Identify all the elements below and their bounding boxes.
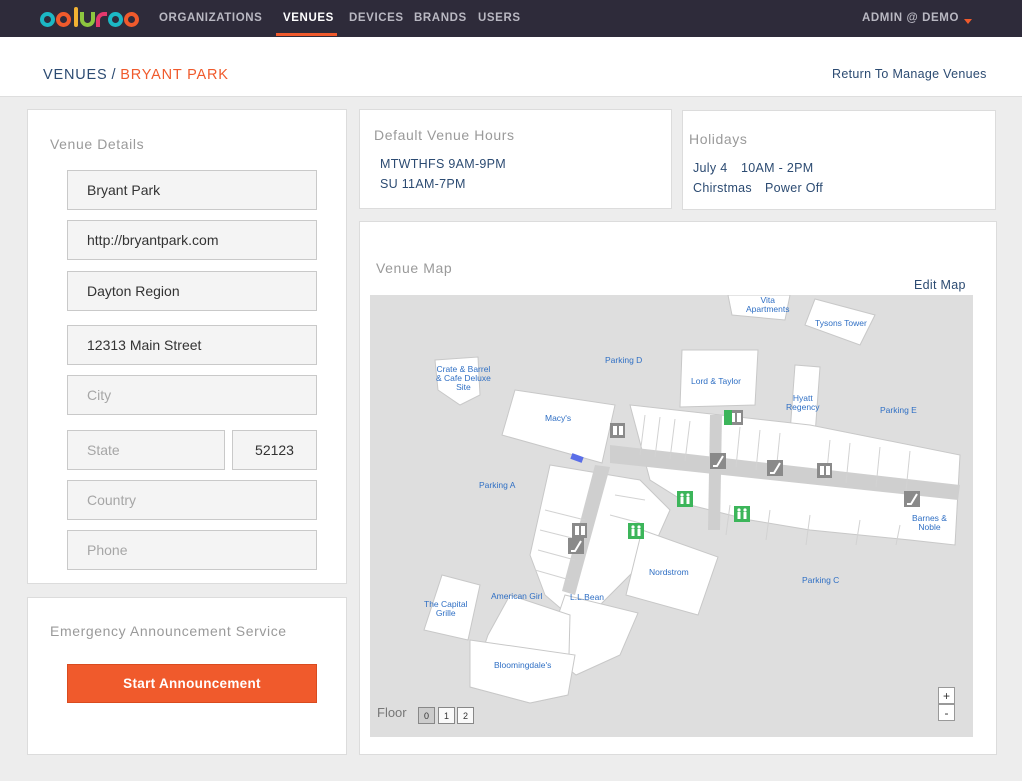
default-hours-panel: Default Venue Hours MTWTHFS 9AM-9PM SU 1…: [359, 109, 672, 209]
map-label-nordstrom: Nordstrom: [649, 567, 689, 577]
holiday-hours: 10AM - 2PM: [741, 161, 814, 175]
map-label-american-girl: American Girl: [491, 591, 543, 601]
page-header: VENUES / BRYANT PARK Return To Manage Venu…: [0, 37, 1022, 97]
map-label-crate-barrel: Crate & Barrel & Cafe Deluxe Site: [436, 365, 491, 392]
user-menu[interactable]: ADMIN @ DEMO: [862, 12, 959, 24]
breadcrumb-venues-link[interactable]: VENUES: [43, 67, 107, 83]
map-label-parking-d: Parking D: [605, 355, 643, 365]
country-field[interactable]: Country: [67, 480, 317, 520]
floor-2-button[interactable]: 2: [457, 707, 474, 724]
start-announcement-button[interactable]: Start Announcement: [67, 664, 317, 703]
venue-name-field[interactable]: Bryant Park: [67, 170, 317, 210]
map-label-capital-grille: The Capital Grille: [424, 600, 467, 618]
map-label-parking-e: Parking E: [880, 405, 917, 415]
holidays-panel: Holidays July 4 10AM - 2PM Chirstmas Pow…: [682, 110, 996, 210]
map-label-text: Crate & Barrel & Cafe Deluxe Site: [436, 364, 491, 392]
map-label-parking-c: Parking C: [802, 575, 840, 585]
logo-letter-o: [56, 11, 71, 27]
zip-field[interactable]: 52123: [232, 430, 317, 470]
panel-title: Venue Details: [50, 136, 145, 152]
hours-weekday: MTWTHFS 9AM-9PM: [380, 157, 507, 171]
map-label-vita-apartments: Vita Apartments: [746, 296, 789, 314]
city-field[interactable]: City: [67, 375, 317, 415]
map-label-text: Hyatt Regency: [786, 393, 820, 412]
map-label-barnes-noble: Barnes & Noble: [912, 514, 947, 532]
logo-letter-u: [80, 11, 95, 27]
holiday-day: Chirstmas: [693, 181, 752, 195]
panel-title: Default Venue Hours: [374, 127, 515, 143]
map-label-hyatt-regency: Hyatt Regency: [786, 394, 820, 412]
holiday-day: July 4: [693, 161, 728, 175]
panel-title: Holidays: [689, 131, 748, 147]
logo-letter-r: [96, 11, 107, 27]
emergency-announcement-panel: Emergency Announcement Service Start Ann…: [27, 597, 347, 755]
panel-title: Emergency Announcement Service: [50, 623, 287, 639]
venue-url-field[interactable]: http://bryantpark.com: [67, 220, 317, 260]
floor-plan: [423, 295, 961, 704]
breadcrumb: VENUES / BRYANT PARK: [43, 67, 229, 83]
breadcrumb-separator: /: [111, 67, 117, 83]
top-navigation-bar: ORGANIZATIONS VENUES DEVICES BRANDS USER…: [0, 0, 1022, 37]
map-label-ll-bean: L.L.Bean: [570, 592, 605, 602]
panel-title: Venue Map: [376, 260, 453, 276]
holiday-hours: Power Off: [765, 181, 824, 195]
floor-0-button[interactable]: 0: [418, 707, 435, 724]
map-label-text: The Capital Grille: [424, 599, 468, 618]
map-label-tysons-tower: Tysons Tower: [815, 318, 867, 328]
phone-field[interactable]: Phone: [67, 530, 317, 570]
logo-letter-l: [74, 7, 78, 27]
address-field[interactable]: 12313 Main Street: [67, 325, 317, 365]
ooluroo-logo[interactable]: [40, 7, 140, 30]
caret-down-icon[interactable]: [964, 19, 972, 24]
map-label-macys: Macy's: [545, 413, 572, 423]
map-label-bloomingdales: Bloomingdale's: [494, 660, 552, 670]
zoom-out-button[interactable]: -: [938, 704, 955, 721]
nav-brands[interactable]: BRANDS: [414, 12, 467, 24]
breadcrumb-current: BRYANT PARK: [120, 67, 229, 83]
hours-sunday: SU 11AM-7PM: [380, 177, 466, 191]
map-label-lord-taylor: Lord & Taylor: [691, 376, 741, 386]
state-field[interactable]: State: [67, 430, 225, 470]
return-to-manage-venues-link[interactable]: Return To Manage Venues: [832, 67, 987, 81]
active-nav-indicator: [276, 33, 337, 36]
map-label-text: Vita Apartments: [746, 295, 790, 314]
venue-details-panel: Venue Details Bryant Park http://bryantp…: [27, 109, 347, 584]
venue-region-field[interactable]: Dayton Region: [67, 271, 317, 311]
nav-organizations[interactable]: ORGANIZATIONS: [159, 12, 262, 24]
logo-letter-o: [108, 11, 123, 27]
logo-letter-o: [124, 11, 139, 27]
map-label-parking-a: Parking A: [479, 480, 516, 490]
nav-venues[interactable]: VENUES: [283, 12, 334, 24]
map-label-text: Barnes & Noble: [912, 513, 947, 532]
logo-letter-o: [40, 11, 55, 27]
zoom-in-button[interactable]: +: [938, 687, 955, 704]
edit-map-link[interactable]: Edit Map: [914, 278, 966, 292]
nav-devices[interactable]: DEVICES: [349, 12, 404, 24]
venue-map-panel: Venue Map Edit Map Vita Apartments Tyson…: [359, 221, 997, 755]
floor-1-button[interactable]: 1: [438, 707, 455, 724]
venue-map[interactable]: Vita Apartments Tysons Tower Parking D C…: [370, 295, 973, 737]
floor-label: Floor: [377, 705, 407, 720]
nav-users[interactable]: USERS: [478, 12, 521, 24]
